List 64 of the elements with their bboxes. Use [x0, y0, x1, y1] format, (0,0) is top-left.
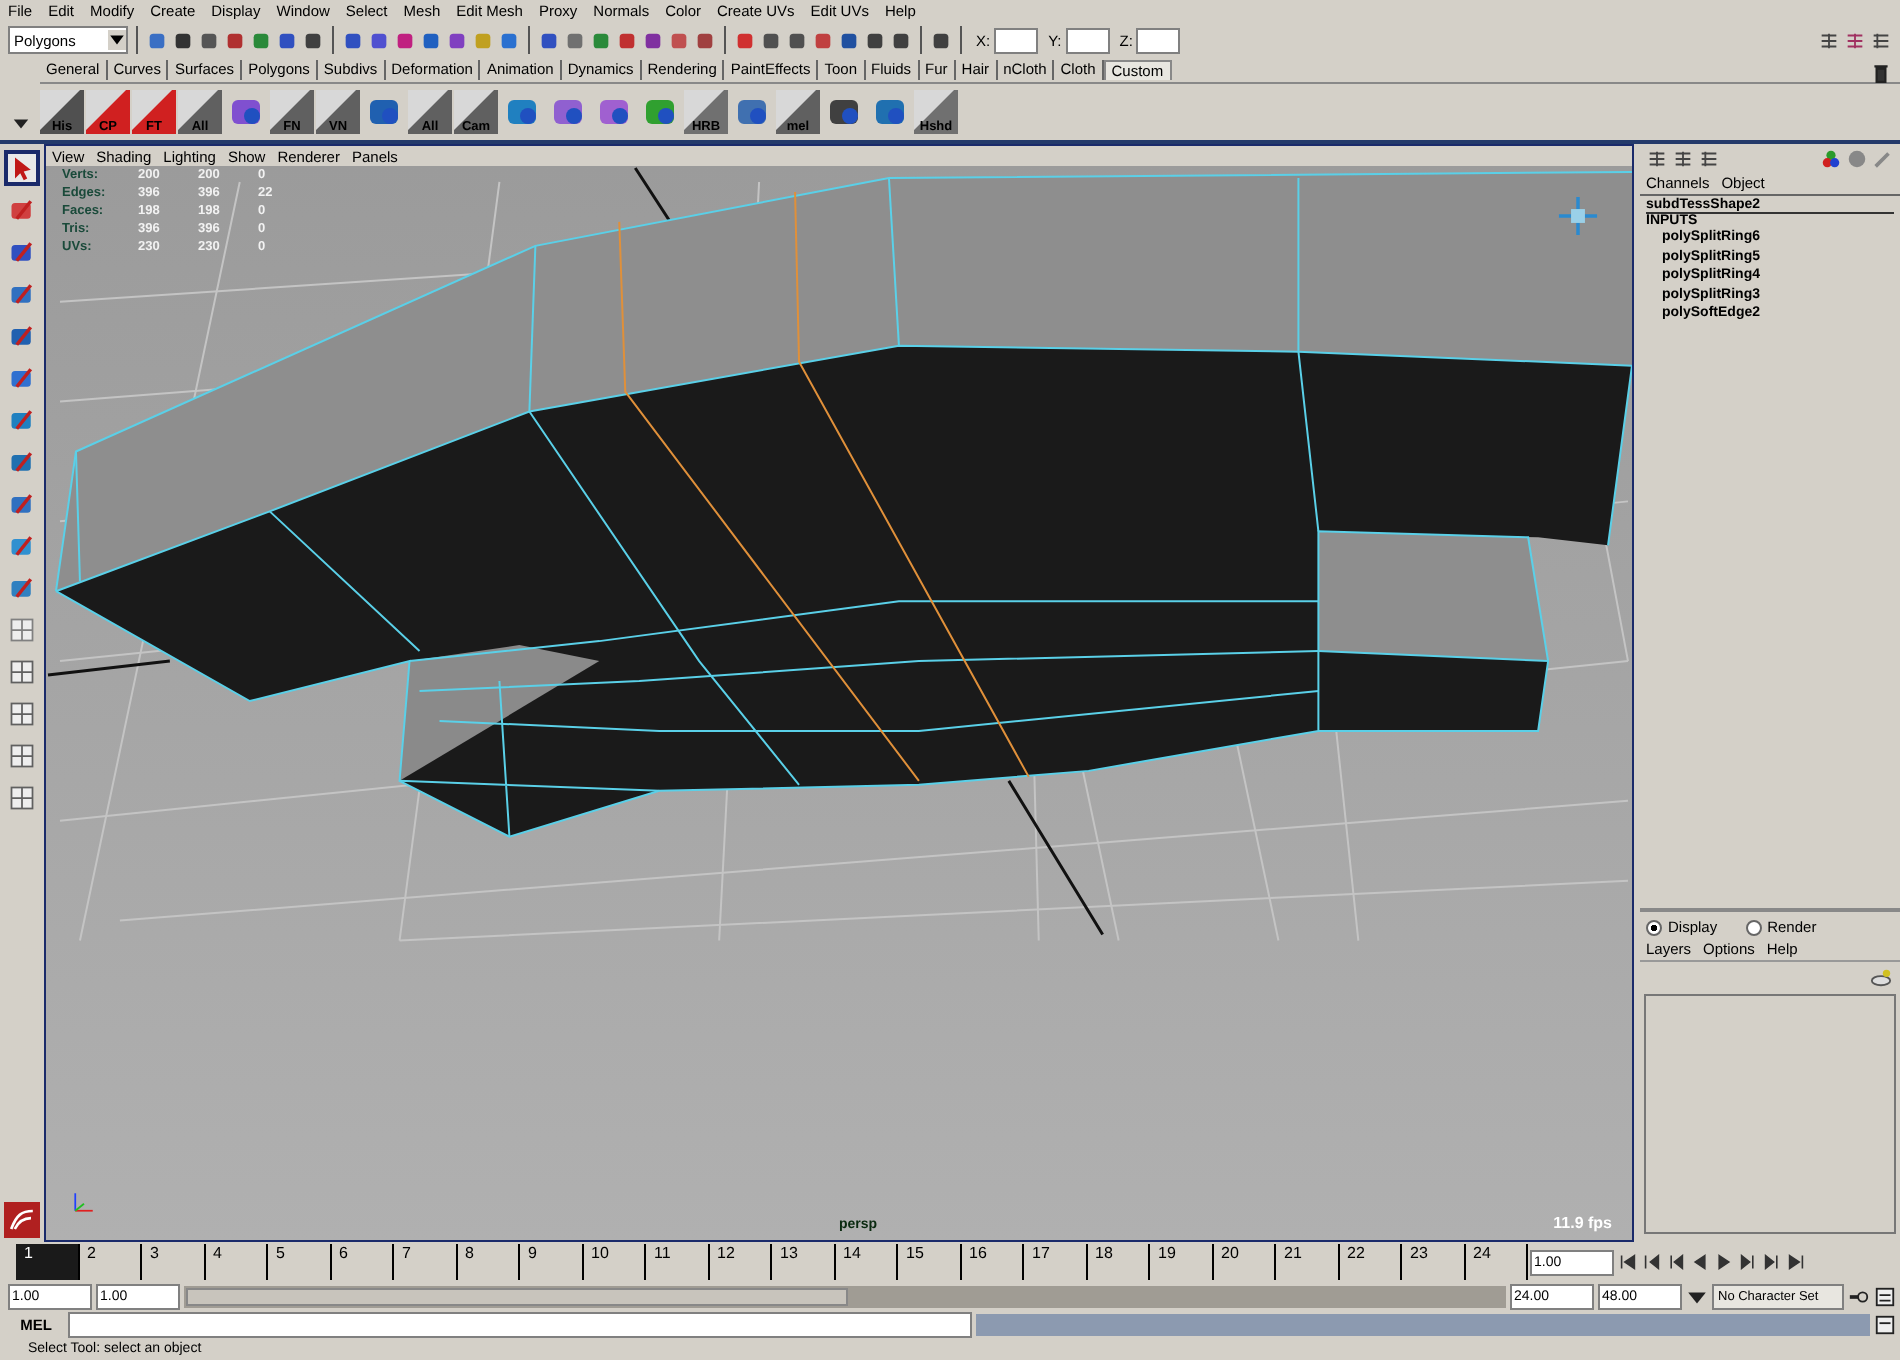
command-input[interactable] — [68, 1311, 972, 1337]
logo-icon — [4, 1202, 40, 1238]
frame-marker[interactable]: 16 — [961, 1244, 1024, 1280]
frame-marker[interactable]: 12 — [709, 1244, 772, 1280]
list-icon[interactable] — [1646, 147, 1668, 169]
channel-toggle-icon[interactable] — [1870, 29, 1892, 51]
axis-indicator-icon — [70, 1188, 98, 1216]
playback-button[interactable] — [1664, 1250, 1686, 1274]
fps-readout: 11.9 fps — [1553, 1214, 1612, 1232]
playback-button[interactable] — [1616, 1250, 1638, 1274]
frame-marker[interactable]: 14 — [835, 1244, 898, 1280]
frame-marker[interactable]: 20 — [1213, 1244, 1276, 1280]
layout-icon — [8, 742, 36, 770]
layout-icon — [8, 784, 36, 812]
preferences-icon[interactable] — [1874, 1285, 1896, 1307]
frame-marker[interactable]: 6 — [331, 1244, 394, 1280]
coordinate-field[interactable] — [994, 27, 1039, 53]
list-icon[interactable] — [1698, 147, 1720, 169]
tool-icon — [8, 532, 36, 560]
frame-marker[interactable]: 24 — [1465, 1244, 1528, 1280]
playback-button[interactable] — [1760, 1250, 1782, 1274]
shelf-menu-icon[interactable] — [11, 114, 29, 132]
playback-button[interactable] — [1640, 1250, 1662, 1274]
playback-button[interactable] — [1688, 1250, 1710, 1274]
layout-icon — [8, 616, 36, 644]
step-forward-icon — [1739, 1254, 1755, 1270]
tool-icon — [8, 490, 36, 518]
caret-icon — [108, 30, 126, 50]
layout-icon — [8, 658, 36, 686]
tool-icon — [8, 574, 36, 602]
tool-icon — [8, 448, 36, 476]
color-dots-icon[interactable] — [1820, 147, 1842, 169]
tool-icon — [8, 364, 36, 392]
go-to-end-icon — [1787, 1254, 1803, 1270]
frame-marker[interactable]: 8 — [457, 1244, 520, 1280]
coordinate-field[interactable] — [1136, 27, 1181, 53]
layout-icon — [8, 700, 36, 728]
coordinate-field[interactable] — [1065, 27, 1110, 53]
play-forward-icon — [1715, 1254, 1731, 1270]
frame-marker[interactable]: 2 — [79, 1244, 142, 1280]
frame-marker[interactable]: 1 — [16, 1244, 79, 1280]
tool-icon — [8, 322, 36, 350]
frame-marker[interactable]: 10 — [583, 1244, 646, 1280]
playback-button[interactable] — [1712, 1250, 1734, 1274]
range-slider[interactable] — [184, 1285, 1506, 1307]
channel-toggle-icon[interactable] — [1844, 29, 1866, 51]
trash-icon[interactable] — [1870, 62, 1892, 84]
channel-toggle-icon[interactable] — [1818, 29, 1840, 51]
step-back-icon — [1667, 1254, 1683, 1270]
step-forward-key-icon — [1763, 1254, 1779, 1270]
frame-marker[interactable]: 22 — [1339, 1244, 1402, 1280]
new-layer-icon[interactable] — [1870, 965, 1892, 987]
playback-button[interactable] — [1784, 1250, 1806, 1274]
tool-icon — [8, 280, 36, 308]
go-to-start-icon — [1619, 1254, 1635, 1270]
step-back-key-icon — [1643, 1254, 1659, 1270]
tool-button[interactable] — [4, 150, 40, 186]
frame-marker[interactable]: 4 — [205, 1244, 268, 1280]
playback-button[interactable] — [1736, 1250, 1758, 1274]
play-backward-icon — [1691, 1254, 1707, 1270]
script-editor-icon[interactable] — [1874, 1313, 1896, 1335]
list-icon[interactable] — [1672, 147, 1694, 169]
tool-icon — [8, 406, 36, 434]
frame-marker[interactable]: 18 — [1087, 1244, 1150, 1280]
